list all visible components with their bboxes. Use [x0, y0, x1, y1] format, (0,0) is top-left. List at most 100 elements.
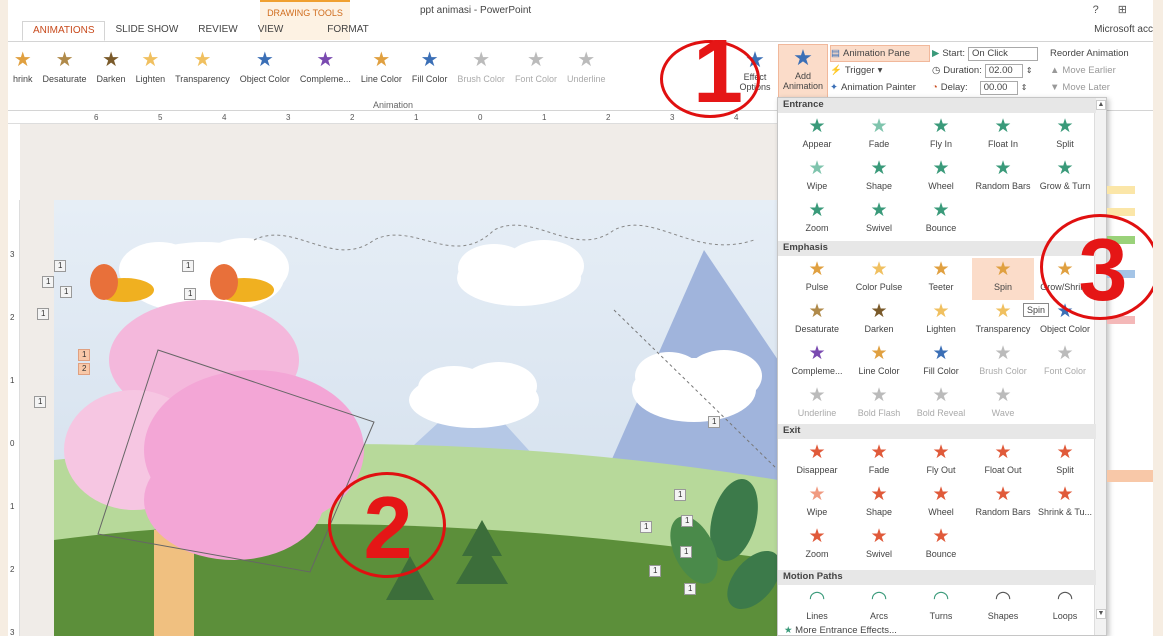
- animation-painter-button[interactable]: ✦ Animation Painter: [830, 79, 930, 96]
- start-select[interactable]: On Click: [968, 46, 1039, 61]
- gallery-item[interactable]: ★ Underline: [562, 48, 611, 92]
- effect-item[interactable]: ★ Grow & Turn: [1034, 157, 1096, 199]
- anim-tag[interactable]: 1: [640, 521, 653, 533]
- effect-item[interactable]: ★ Zoom: [786, 525, 848, 567]
- ruler-number: 2: [350, 113, 355, 122]
- scroll-up-icon[interactable]: ▲: [1096, 100, 1106, 110]
- move-later-button[interactable]: ▼ Move Later: [1050, 79, 1150, 96]
- effect-item[interactable]: ★ Lighten: [910, 300, 972, 342]
- duration-input[interactable]: 02.00: [984, 63, 1023, 78]
- effect-item[interactable]: ★ Color Pulse: [848, 258, 910, 300]
- account-name[interactable]: Microsoft acc: [1094, 24, 1153, 35]
- gallery-item[interactable]: ★ Brush Color: [452, 48, 510, 92]
- effect-label: Transparency: [975, 324, 1031, 334]
- anim-tag[interactable]: 1: [37, 308, 50, 320]
- effect-item[interactable]: ★ Float In: [972, 115, 1034, 157]
- effect-item[interactable]: ★ Shape: [848, 483, 910, 525]
- effect-item[interactable]: ★ Font Color: [1034, 342, 1096, 384]
- effect-label: Wheel: [928, 181, 954, 191]
- effect-item[interactable]: ★ Bounce: [910, 199, 972, 241]
- effect-item[interactable]: ★ Swivel: [848, 525, 910, 567]
- star-icon: ★: [372, 49, 391, 71]
- effect-item[interactable]: ★ Zoom: [786, 199, 848, 241]
- effect-item[interactable]: ◠ Loops: [1034, 587, 1096, 629]
- effect-item[interactable]: ◠ Arcs: [848, 587, 910, 629]
- effect-item[interactable]: ★ Swivel: [848, 199, 910, 241]
- gallery-item[interactable]: ★ Desaturate: [38, 48, 92, 92]
- gallery-item[interactable]: ★ Lighten: [131, 48, 171, 92]
- effect-item[interactable]: ★ Split: [1034, 115, 1096, 157]
- gallery-item[interactable]: ★ Darken: [92, 48, 131, 92]
- effect-item[interactable]: ◠ Shapes: [972, 587, 1034, 629]
- effect-item[interactable]: ★ Disappear: [786, 441, 848, 483]
- trigger-button[interactable]: ⚡ Trigger ▾: [830, 62, 930, 79]
- gallery-item[interactable]: ★ Transparency: [170, 48, 235, 92]
- anim-tag[interactable]: 1: [708, 416, 721, 428]
- gallery-item[interactable]: ★ Fill Color: [407, 48, 453, 92]
- scroll-down-icon[interactable]: ▼: [1096, 609, 1106, 619]
- effect-item[interactable]: ★ Shape: [848, 157, 910, 199]
- effect-item[interactable]: ★ Fly Out: [910, 441, 972, 483]
- anim-tag[interactable]: 1: [684, 583, 697, 595]
- anim-tag[interactable]: 2: [78, 363, 91, 375]
- effect-item[interactable]: ★ Bold Reveal: [910, 384, 972, 426]
- anim-tag[interactable]: 1: [680, 546, 693, 558]
- effect-item[interactable]: ★ Wheel: [910, 157, 972, 199]
- anim-tag[interactable]: 1: [34, 396, 47, 408]
- tab-animations[interactable]: ANIMATIONS: [22, 21, 106, 41]
- effect-item[interactable]: ◠ Turns: [910, 587, 972, 629]
- gallery-item[interactable]: ★ Line Color: [356, 48, 407, 92]
- animation-pane-button[interactable]: ▤ Animation Pane: [830, 45, 930, 62]
- effect-item[interactable]: ★ Fill Color: [910, 342, 972, 384]
- effect-item[interactable]: ★ Underline: [786, 384, 848, 426]
- effect-item[interactable]: ★ Float Out: [972, 441, 1034, 483]
- anim-tag[interactable]: 1: [54, 260, 67, 272]
- effect-item[interactable]: ★ Line Color: [848, 342, 910, 384]
- move-earlier-button[interactable]: ▲ Move Earlier: [1050, 62, 1150, 79]
- effect-item[interactable]: ★ Fade: [848, 441, 910, 483]
- anim-tag[interactable]: 1: [674, 489, 687, 501]
- anim-tag[interactable]: 1: [184, 288, 197, 300]
- effect-item[interactable]: ★ Fade: [848, 115, 910, 157]
- gallery-item[interactable]: ★ Font Color: [510, 48, 562, 92]
- tab-slide-show[interactable]: SLIDE SHOW: [105, 21, 188, 41]
- effect-item[interactable]: ★ Wheel: [910, 483, 972, 525]
- tab-format[interactable]: FORMAT: [317, 21, 378, 41]
- effect-item[interactable]: ★ Pulse: [786, 258, 848, 300]
- anim-tag[interactable]: 1: [182, 260, 195, 272]
- play-icon: ▶: [932, 48, 940, 59]
- gallery-item[interactable]: ★ hrink: [8, 48, 38, 92]
- effect-item[interactable]: ★ Wipe: [786, 157, 848, 199]
- effect-item[interactable]: ★ Fly In: [910, 115, 972, 157]
- effect-item[interactable]: ★ Darken: [848, 300, 910, 342]
- effect-item[interactable]: ★ Random Bars: [972, 157, 1034, 199]
- effect-item[interactable]: ★ Bounce: [910, 525, 972, 567]
- anim-tag[interactable]: 1: [681, 515, 694, 527]
- delay-input[interactable]: 00.00: [979, 80, 1018, 95]
- effect-item[interactable]: ★ Bold Flash: [848, 384, 910, 426]
- gallery-item[interactable]: ★ Object Color: [235, 48, 295, 92]
- effect-item[interactable]: ★ Spin: [972, 258, 1034, 300]
- window-controls[interactable]: ? ⊞: [1093, 3, 1135, 16]
- delay-spinner-icon[interactable]: ⇕: [1021, 83, 1028, 92]
- effect-item[interactable]: ★ Compleme...: [786, 342, 848, 384]
- anim-tag[interactable]: 1: [42, 276, 55, 288]
- effect-item[interactable]: ★ Teeter: [910, 258, 972, 300]
- anim-tag[interactable]: 1: [78, 349, 91, 361]
- effect-item[interactable]: ★ Random Bars: [972, 483, 1034, 525]
- duration-spinner-icon[interactable]: ⇕: [1026, 66, 1033, 75]
- effect-item[interactable]: ★ Wave: [972, 384, 1034, 426]
- add-animation-button[interactable]: ★ Add Animation: [778, 44, 828, 98]
- anim-tag[interactable]: 1: [649, 565, 662, 577]
- tab-view[interactable]: VIEW: [248, 21, 294, 41]
- effect-item[interactable]: ★ Shrink & Tu...: [1034, 483, 1096, 525]
- effect-item[interactable]: ◠ Lines: [786, 587, 848, 629]
- anim-tag[interactable]: 1: [60, 286, 73, 298]
- effect-item[interactable]: ★ Brush Color: [972, 342, 1034, 384]
- effect-item[interactable]: ★ Appear: [786, 115, 848, 157]
- effect-item[interactable]: ★ Desaturate: [786, 300, 848, 342]
- effect-item[interactable]: ★ Split: [1034, 441, 1096, 483]
- tab-review[interactable]: REVIEW: [188, 21, 247, 41]
- gallery-item[interactable]: ★ Compleme...: [295, 48, 356, 92]
- effect-item[interactable]: ★ Wipe: [786, 483, 848, 525]
